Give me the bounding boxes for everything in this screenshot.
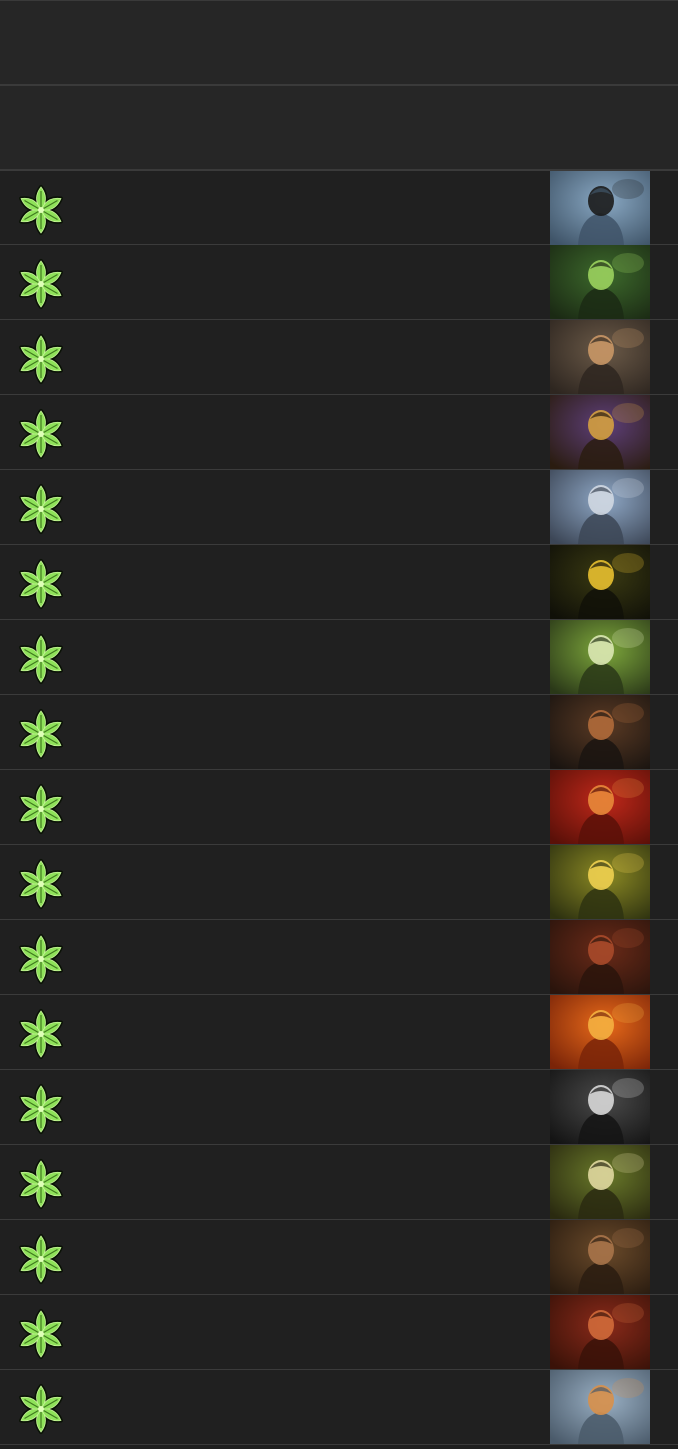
green-star-talent-icon[interactable] [15, 1308, 67, 1360]
talent-rows [0, 170, 678, 1445]
talent-list-page [0, 0, 678, 1449]
armored-priestess-portrait [550, 395, 650, 469]
antlered-helm-viking-portrait [550, 1370, 650, 1444]
talent-row[interactable] [0, 545, 678, 620]
talent-row[interactable] [0, 395, 678, 470]
skull-masked-beast-portrait [550, 1070, 650, 1144]
red-beast-rider-portrait [550, 770, 650, 844]
talent-row[interactable] [0, 620, 678, 695]
green-star-talent-icon[interactable] [15, 258, 67, 310]
forest-stag-portrait [550, 245, 650, 319]
talent-row[interactable] [0, 1220, 678, 1295]
talent-row[interactable] [0, 920, 678, 995]
red-bearded-dwarf-portrait [550, 1295, 650, 1369]
green-star-talent-icon[interactable] [15, 1233, 67, 1285]
green-star-talent-icon[interactable] [15, 558, 67, 610]
green-star-talent-icon[interactable] [15, 633, 67, 685]
green-star-talent-icon[interactable] [15, 1083, 67, 1135]
talent-row[interactable] [0, 1370, 678, 1445]
green-star-talent-icon[interactable] [15, 708, 67, 760]
bearded-warrior-portrait [550, 320, 650, 394]
green-star-talent-icon[interactable] [15, 408, 67, 460]
green-star-talent-icon[interactable] [15, 858, 67, 910]
talent-row[interactable] [0, 170, 678, 245]
talent-row[interactable] [0, 845, 678, 920]
hooded-archer-stag-portrait [550, 620, 650, 694]
horned-druid-portrait [550, 845, 650, 919]
talent-row[interactable] [0, 1145, 678, 1220]
naga-serpent-portrait [550, 171, 650, 245]
green-star-talent-icon[interactable] [15, 933, 67, 985]
green-star-talent-icon[interactable] [15, 184, 67, 236]
green-star-talent-icon[interactable] [15, 1008, 67, 1060]
green-star-talent-icon[interactable] [15, 1158, 67, 1210]
green-star-talent-icon[interactable] [15, 783, 67, 835]
dwarf-swordsman-portrait [550, 470, 650, 544]
green-haired-nymph-portrait [550, 1145, 650, 1219]
golden-bird-portrait [550, 545, 650, 619]
green-star-talent-icon[interactable] [15, 1383, 67, 1435]
sunset-wanderer-portrait [550, 995, 650, 1069]
talent-row[interactable] [0, 470, 678, 545]
talent-row[interactable] [0, 245, 678, 320]
empty-header-row-1 [0, 0, 678, 85]
tauren-brute-portrait [550, 920, 650, 994]
axe-berserker-portrait [550, 695, 650, 769]
talent-row[interactable] [0, 695, 678, 770]
green-star-talent-icon[interactable] [15, 483, 67, 535]
talent-row[interactable] [0, 1295, 678, 1370]
talent-row[interactable] [0, 995, 678, 1070]
talent-row[interactable] [0, 1070, 678, 1145]
empty-header-row-2 [0, 85, 678, 170]
talent-row[interactable] [0, 770, 678, 845]
brown-bear-portrait [550, 1220, 650, 1294]
green-star-talent-icon[interactable] [15, 333, 67, 385]
talent-row[interactable] [0, 320, 678, 395]
